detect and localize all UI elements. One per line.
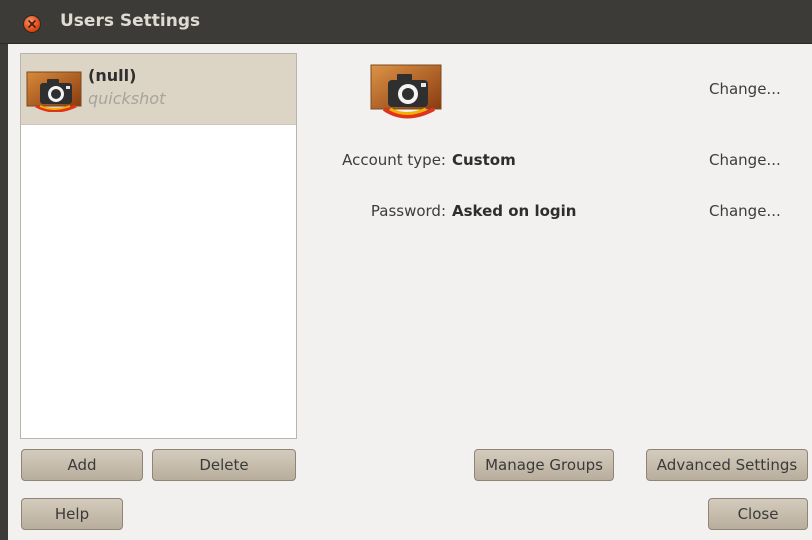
add-user-button[interactable]: Add [21, 449, 143, 481]
password-value: Asked on login [452, 202, 577, 220]
user-display-name: (null) [88, 66, 137, 85]
change-photo-link[interactable]: Change... [709, 80, 781, 98]
window-title: Users Settings [60, 11, 201, 31]
manage-groups-button[interactable]: Manage Groups [474, 449, 614, 481]
close-button[interactable]: Close [708, 498, 808, 530]
user-list[interactable]: (null) quickshot [20, 53, 297, 439]
delete-user-button[interactable]: Delete [152, 449, 296, 481]
close-icon [28, 20, 36, 28]
camera-icon [370, 64, 442, 119]
account-type-label: Account type: [342, 151, 446, 169]
camera-icon [26, 71, 82, 112]
user-login-name: quickshot [88, 89, 166, 108]
window-frame-left [0, 44, 8, 540]
help-button[interactable]: Help [21, 498, 123, 530]
advanced-settings-button[interactable]: Advanced Settings [646, 449, 808, 481]
title-bar: Users Settings [0, 0, 812, 44]
change-password-link[interactable]: Change... [709, 202, 781, 220]
user-list-item[interactable]: (null) quickshot [21, 54, 296, 125]
password-label: Password: [370, 202, 446, 220]
user-photo[interactable] [370, 62, 442, 122]
account-type-value: Custom [452, 151, 516, 169]
window-close-button[interactable] [24, 16, 40, 32]
change-account-type-link[interactable]: Change... [709, 151, 781, 169]
